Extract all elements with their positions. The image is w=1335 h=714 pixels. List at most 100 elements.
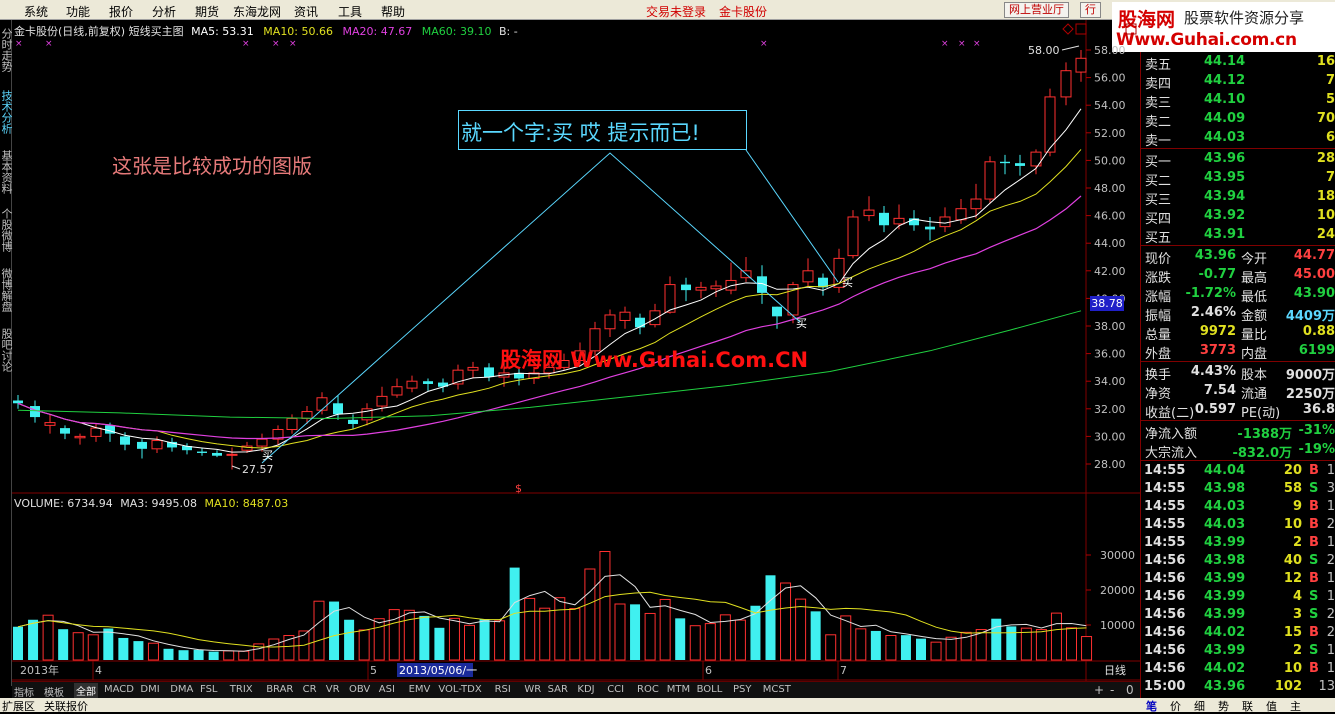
login-status[interactable]: 交易未登录 bbox=[646, 3, 706, 20]
tick-side: B bbox=[1309, 625, 1319, 640]
tick-volume: 4 bbox=[1292, 589, 1302, 604]
tick-side: B bbox=[1309, 661, 1319, 676]
menu-item-analysis[interactable]: 分析 bbox=[152, 3, 176, 20]
candle bbox=[361, 403, 373, 426]
volume-bar-up bbox=[403, 609, 415, 661]
tick-price: 43.99 bbox=[1204, 589, 1246, 604]
diamond-icon[interactable] bbox=[1062, 23, 1074, 35]
candle bbox=[863, 196, 875, 222]
volume-bar-down bbox=[208, 651, 219, 660]
indicator-tab-cci[interactable]: CCI bbox=[607, 684, 624, 695]
volume-tick-label: 20000 bbox=[1100, 584, 1135, 597]
indicator-tool-button[interactable]: 0 bbox=[1126, 683, 1134, 697]
indicator-tab-rsi[interactable]: RSI bbox=[495, 684, 511, 695]
current-price-label: 38.78 bbox=[1090, 296, 1124, 311]
tick-row: 14:56 43.99 4 S 1 bbox=[1141, 588, 1335, 606]
flow-value: -832.0万 bbox=[1232, 446, 1292, 461]
menu-item-tools[interactable]: 工具 bbox=[338, 3, 362, 20]
close-panel-icon[interactable] bbox=[1125, 23, 1137, 35]
candle-body-up bbox=[649, 310, 661, 326]
flow-label: 大宗流入 bbox=[1145, 446, 1198, 461]
indicator-tab-cr[interactable]: CR bbox=[303, 684, 317, 695]
indicator-tab-trix[interactable]: TRIX bbox=[230, 684, 253, 695]
indicator-tab-全部[interactable]: 全部 bbox=[74, 683, 98, 698]
menu-item-futures[interactable]: 期货 bbox=[195, 3, 219, 20]
menu-item-function[interactable]: 功能 bbox=[66, 3, 90, 20]
indicator-tab-wr[interactable]: WR bbox=[524, 684, 541, 695]
candle-body-up bbox=[151, 440, 163, 450]
panel-separator bbox=[1141, 420, 1335, 421]
right-panel-tabs: 笔价细势联值主 bbox=[1140, 698, 1335, 713]
volume-bar-up bbox=[539, 607, 551, 661]
order-label: 买四 bbox=[1145, 212, 1172, 227]
volume-bar-up bbox=[464, 624, 475, 661]
menu-item-help[interactable]: 帮助 bbox=[381, 3, 405, 20]
indicator-tab-obv[interactable]: OBV bbox=[349, 684, 370, 695]
volume-bar-up bbox=[373, 618, 385, 661]
order-volume: 28 bbox=[1316, 151, 1335, 166]
indicator-tab-fsl[interactable]: FSL bbox=[200, 684, 218, 695]
volume-bar-up bbox=[584, 568, 596, 661]
price-tick-label: 30.00 bbox=[1094, 430, 1126, 443]
volume-bar-down bbox=[28, 619, 39, 660]
indicator-tab-vr[interactable]: VR bbox=[326, 684, 340, 695]
order-price: 44.12 bbox=[1204, 73, 1246, 88]
flow-label: 净流入额 bbox=[1145, 427, 1198, 442]
indicator-tab-boll[interactable]: BOLL bbox=[697, 684, 723, 695]
menu-item-donghai[interactable]: 东海龙网 bbox=[233, 3, 281, 20]
buy-level: 买二 43.95 7 bbox=[1141, 169, 1335, 189]
indicator-tab-mcst[interactable]: MCST bbox=[763, 684, 791, 695]
candle-body-down bbox=[772, 306, 782, 317]
candle bbox=[939, 207, 951, 233]
volume-ma3-line bbox=[17, 574, 1087, 652]
candle-body-up bbox=[90, 427, 102, 437]
price-tick-label: 52.00 bbox=[1094, 127, 1126, 140]
indicator-tab-dmi[interactable]: DMI bbox=[140, 684, 159, 695]
candle-body-down bbox=[212, 452, 222, 456]
indicator-tab-macd[interactable]: MACD bbox=[104, 684, 134, 695]
trade-button[interactable]: 行 bbox=[1080, 2, 1101, 18]
note-pointer-right bbox=[745, 149, 839, 283]
tick-time: 14:56 bbox=[1144, 643, 1186, 658]
candle-body-up bbox=[863, 209, 875, 217]
indicator-tab-asi[interactable]: ASI bbox=[379, 684, 395, 695]
indicator-tab-dma[interactable]: DMA bbox=[170, 684, 193, 695]
indicator-tab-brar[interactable]: BRAR bbox=[266, 684, 293, 695]
indicator-tab-模板[interactable]: 模板 bbox=[44, 684, 64, 699]
tick-time: 14:55 bbox=[1144, 535, 1186, 550]
menu-item-quote[interactable]: 报价 bbox=[109, 3, 133, 20]
signal-marker: × bbox=[242, 39, 250, 49]
candle-body-up bbox=[984, 161, 996, 200]
candle bbox=[467, 361, 479, 379]
volume-bar-up bbox=[704, 623, 716, 661]
tick-volume: 10 bbox=[1283, 661, 1302, 676]
indicator-tool-button[interactable]: + bbox=[1094, 683, 1104, 697]
candle-body-down bbox=[1015, 163, 1025, 166]
indicator-tab-mtm[interactable]: MTM bbox=[667, 684, 690, 695]
volume-bar-up bbox=[825, 634, 837, 661]
indicator-tab-sar[interactable]: SAR bbox=[548, 684, 568, 695]
menu-item-system[interactable]: 系统 bbox=[24, 3, 48, 20]
tick-volume: 20 bbox=[1283, 463, 1302, 478]
indicator-tab-指标[interactable]: 指标 bbox=[14, 684, 34, 699]
menu-item-news[interactable]: 资讯 bbox=[294, 3, 318, 20]
price-tick-label: 42.00 bbox=[1094, 265, 1126, 278]
candle-body-up bbox=[1060, 70, 1072, 98]
indicator-tab-vol-tdx[interactable]: VOL-TDX bbox=[438, 684, 481, 695]
indicator-tool-button[interactable]: - bbox=[1110, 683, 1114, 697]
indicator-tab-kdj[interactable]: KDJ bbox=[577, 684, 594, 695]
indicator-tab-emv[interactable]: EMV bbox=[409, 684, 431, 695]
panel-icon[interactable] bbox=[1075, 23, 1087, 35]
tick-side: B bbox=[1309, 463, 1319, 478]
ma20-value: MA20: 47.67 bbox=[342, 25, 413, 38]
quote-label: 涨跌 bbox=[1145, 271, 1172, 286]
indicator-tab-roc[interactable]: ROC bbox=[637, 684, 659, 695]
candle-body-up bbox=[955, 208, 967, 221]
quote-value: 3773 bbox=[1199, 343, 1236, 358]
volume-tick-label: 10000 bbox=[1100, 619, 1135, 632]
online-hall-button[interactable]: 网上营业厅 bbox=[1004, 2, 1069, 18]
candle-body-up bbox=[604, 314, 616, 330]
volume-header: VOLUME: 6734.94 MA3: 9495.08 MA10: 8487.… bbox=[14, 497, 288, 510]
indicator-tab-psy[interactable]: PSY bbox=[733, 684, 752, 695]
fundamental-value: 0.597 bbox=[1194, 402, 1236, 417]
